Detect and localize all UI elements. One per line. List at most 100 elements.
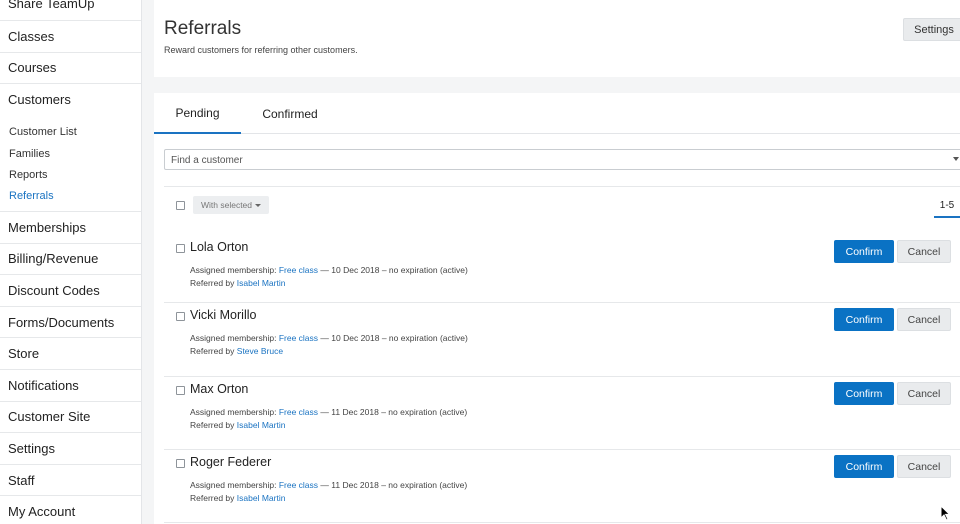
row-checkbox[interactable] xyxy=(176,459,185,468)
cancel-button[interactable]: Cancel xyxy=(897,455,951,478)
referrer-link[interactable]: Isabel Martin xyxy=(237,420,286,430)
sidebar-item-settings[interactable]: Settings xyxy=(0,433,141,465)
referral-row: Lola Orton Assigned membership: Free cla… xyxy=(164,235,960,308)
sidebar-item-courses[interactable]: Courses xyxy=(0,53,141,85)
customer-name[interactable]: Max Orton xyxy=(190,382,248,396)
sidebar-item-label: Store xyxy=(8,346,40,362)
tab-confirmed[interactable]: Confirmed xyxy=(250,93,330,134)
select-all-checkbox[interactable] xyxy=(176,201,185,210)
cancel-button[interactable]: Cancel xyxy=(897,240,951,263)
assigned-membership: Assigned membership: Free class — 10 Dec… xyxy=(190,265,468,275)
sidebar-item-label: Forms/Documents xyxy=(8,314,115,330)
confirm-button[interactable]: Confirm xyxy=(834,382,894,405)
cancel-button[interactable]: Cancel xyxy=(897,308,951,331)
referred-prefix: Referred by xyxy=(190,346,237,356)
settings-button[interactable]: Settings xyxy=(903,18,960,41)
page-header: Referrals Reward customers for referring… xyxy=(154,0,960,77)
row-checkbox[interactable] xyxy=(176,244,185,253)
referral-row: Roger Federer Assigned membership: Free … xyxy=(164,449,960,522)
search-input[interactable] xyxy=(165,151,960,170)
sidebar-item-staff[interactable]: Staff xyxy=(0,465,141,497)
membership-link[interactable]: Free class xyxy=(279,265,318,275)
sidebar-subitem-customer-list[interactable]: Customer List xyxy=(0,122,141,143)
page-subtitle: Reward customers for referring other cus… xyxy=(164,45,358,55)
membership-details: — 10 Dec 2018 – no expiration (active) xyxy=(318,265,468,275)
membership-link[interactable]: Free class xyxy=(279,333,318,343)
membership-prefix: Assigned membership: xyxy=(190,333,279,343)
page-title: Referrals xyxy=(164,18,242,39)
sidebar-subitem-reports[interactable]: Reports xyxy=(0,164,141,185)
caret-down-icon xyxy=(255,203,262,207)
divider xyxy=(164,522,960,523)
sidebar-item-forms-documents[interactable]: Forms/Documents xyxy=(0,307,141,339)
confirm-button[interactable]: Confirm xyxy=(834,240,894,263)
sidebar-item-my-account[interactable]: My Account xyxy=(0,496,141,524)
customer-name[interactable]: Lola Orton xyxy=(190,240,248,254)
sidebar-subitem-referrals[interactable]: Referrals xyxy=(0,186,141,207)
sidebar-item-label: Classes xyxy=(8,28,55,44)
referrer-link[interactable]: Steve Bruce xyxy=(237,346,283,356)
sidebar-subitem-label: Reports xyxy=(9,169,48,182)
chevron-down-icon[interactable] xyxy=(953,157,959,161)
tab-pending[interactable]: Pending xyxy=(154,93,241,134)
with-selected-dropdown[interactable]: With selected xyxy=(193,196,269,214)
sidebar-item-label: Customers xyxy=(8,92,71,108)
membership-link[interactable]: Free class xyxy=(279,480,318,490)
confirm-button[interactable]: Confirm xyxy=(834,308,894,331)
row-checkbox[interactable] xyxy=(176,312,185,321)
referral-row: Max Orton Assigned membership: Free clas… xyxy=(164,376,960,449)
membership-prefix: Assigned membership: xyxy=(190,265,279,275)
sidebar-item-billing-revenue[interactable]: Billing/Revenue xyxy=(0,244,141,276)
customer-name[interactable]: Vicki Morillo xyxy=(190,308,256,322)
sidebar-item-label: Notifications xyxy=(8,377,79,393)
sidebar-subitem-label: Customer List xyxy=(9,126,77,139)
membership-prefix: Assigned membership: xyxy=(190,407,279,417)
referrer-link[interactable]: Isabel Martin xyxy=(237,493,286,503)
sidebar-subitem-label: Referrals xyxy=(9,190,54,203)
referred-prefix: Referred by xyxy=(190,420,237,430)
assigned-membership: Assigned membership: Free class — 10 Dec… xyxy=(190,333,468,343)
sidebar-item-label: Billing/Revenue xyxy=(8,251,99,267)
referral-row: Vicki Morillo Assigned membership: Free … xyxy=(164,302,960,375)
pagination-range[interactable]: 1-5 xyxy=(934,200,960,218)
referred-by: Referred by Isabel Martin xyxy=(190,278,285,288)
tab-bar: Pending Confirmed xyxy=(154,93,960,134)
sidebar-bottom-group: Memberships Billing/Revenue Discount Cod… xyxy=(0,212,141,524)
customer-name[interactable]: Roger Federer xyxy=(190,455,271,469)
sidebar-subitem-families[interactable]: Families xyxy=(0,143,141,164)
sidebar-item-label: Settings xyxy=(8,440,55,456)
sidebar: Share TeamUp Classes Courses Customers C… xyxy=(0,0,142,524)
assigned-membership: Assigned membership: Free class — 11 Dec… xyxy=(190,480,467,490)
sidebar-item-customer-site[interactable]: Customer Site xyxy=(0,402,141,434)
sidebar-item-share-teamup[interactable]: Share TeamUp xyxy=(0,0,141,21)
membership-prefix: Assigned membership: xyxy=(190,480,279,490)
sidebar-item-memberships[interactable]: Memberships xyxy=(0,212,141,244)
mouse-pointer-icon xyxy=(940,505,951,521)
sidebar-item-discount-codes[interactable]: Discount Codes xyxy=(0,275,141,307)
sidebar-item-label: Courses xyxy=(8,60,57,76)
referred-prefix: Referred by xyxy=(190,278,237,288)
divider xyxy=(164,186,960,187)
sidebar-item-label: Discount Codes xyxy=(8,282,100,298)
referred-prefix: Referred by xyxy=(190,493,237,503)
referrer-link[interactable]: Isabel Martin xyxy=(237,278,286,288)
sidebar-item-store[interactable]: Store xyxy=(0,338,141,370)
membership-details: — 11 Dec 2018 – no expiration (active) xyxy=(318,480,468,490)
sidebar-item-label: Share TeamUp xyxy=(8,0,95,11)
referrals-panel: Pending Confirmed With selected 1-5 Lola… xyxy=(154,93,960,524)
referred-by: Referred by Steve Bruce xyxy=(190,346,283,356)
sidebar-item-label: Staff xyxy=(8,472,35,488)
membership-details: — 10 Dec 2018 – no expiration (active) xyxy=(318,333,468,343)
membership-details: — 11 Dec 2018 – no expiration (active) xyxy=(318,407,468,417)
sidebar-item-label: Customer Site xyxy=(8,409,91,425)
cancel-button[interactable]: Cancel xyxy=(897,382,951,405)
sidebar-item-label: My Account xyxy=(8,504,76,520)
referred-by: Referred by Isabel Martin xyxy=(190,420,285,430)
confirm-button[interactable]: Confirm xyxy=(834,455,894,478)
sidebar-item-customers[interactable]: Customers xyxy=(0,84,141,116)
membership-link[interactable]: Free class xyxy=(279,407,318,417)
sidebar-item-classes[interactable]: Classes xyxy=(0,21,141,53)
with-selected-label: With selected xyxy=(200,200,253,210)
row-checkbox[interactable] xyxy=(176,386,185,395)
sidebar-item-notifications[interactable]: Notifications xyxy=(0,370,141,402)
